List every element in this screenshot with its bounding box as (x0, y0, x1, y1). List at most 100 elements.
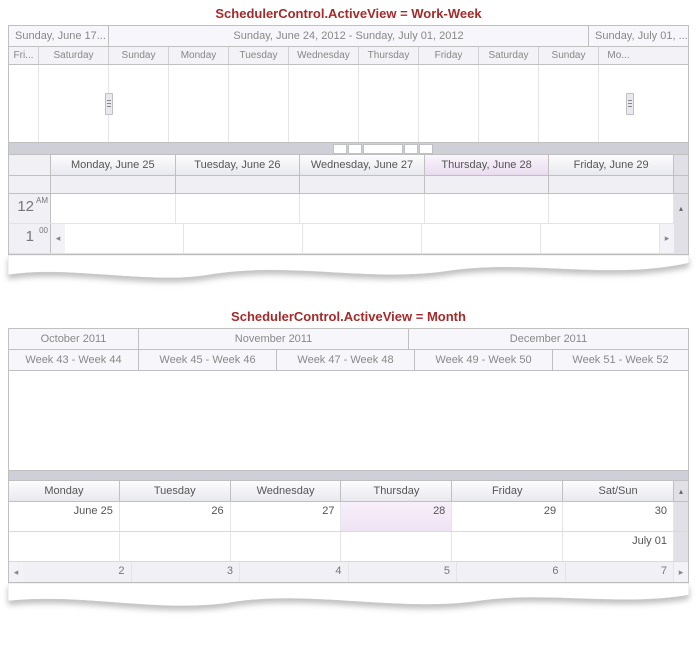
month-day-header[interactable]: Friday (452, 481, 563, 501)
month-timeline-nav[interactable] (9, 471, 688, 481)
timeline-resize-handle-right[interactable] (626, 93, 634, 115)
workweek-timeline-nav[interactable] (9, 143, 688, 155)
month-week-cell[interactable]: Week 47 - Week 48 (277, 350, 415, 370)
month-day-header[interactable]: Monday (9, 481, 120, 501)
timeline-body-cell[interactable] (539, 65, 599, 142)
workweek-timeline-body[interactable] (9, 65, 688, 143)
workweek-body-cell[interactable] (422, 224, 541, 253)
month-cell[interactable]: 3 (132, 562, 241, 582)
timeline-day-cell[interactable]: Monday (169, 47, 229, 64)
timeline-day-cell[interactable]: Saturday (39, 47, 109, 64)
workweek-day-header[interactable]: Friday, June 29 (549, 155, 674, 175)
month-row[interactable]: June 252627282930 (9, 502, 688, 532)
month-cell[interactable]: 5 (349, 562, 458, 582)
timeline-day-cell[interactable]: Sunday (539, 47, 599, 64)
month-week-cell[interactable]: Week 45 - Week 46 (139, 350, 277, 370)
scroll-up-button[interactable]: ▴ (674, 194, 688, 223)
scrollbar-track[interactable] (674, 532, 688, 561)
month-cell[interactable]: 6 (457, 562, 566, 582)
month-row[interactable]: July 01 (9, 532, 688, 562)
month-day-header[interactable]: Tuesday (120, 481, 231, 501)
timeline-body-cell[interactable] (229, 65, 289, 142)
workweek-time-grid[interactable]: 12AM▴100◂▸ (9, 194, 688, 254)
timeline-day-cell[interactable]: Saturday (479, 47, 539, 64)
timeline-body-cell[interactable] (359, 65, 419, 142)
workweek-day-header[interactable]: Tuesday, June 26 (176, 155, 301, 175)
timeline-nav-next-button[interactable] (404, 144, 418, 154)
workweek-range-cell[interactable]: Sunday, June 24, 2012 - Sunday, July 01,… (109, 26, 589, 46)
timeline-nav-prev-button[interactable] (348, 144, 362, 154)
workweek-allday-cell[interactable] (176, 176, 301, 193)
workweek-body-cell[interactable] (425, 194, 550, 223)
month-prev-arrow[interactable]: ◂ (9, 562, 23, 582)
workweek-range-cell[interactable]: Sunday, July 01, ... (589, 26, 688, 46)
timeline-day-cell[interactable]: Wednesday (289, 47, 359, 64)
month-cell[interactable] (9, 532, 120, 561)
month-cell[interactable]: 30 (563, 502, 674, 531)
timeline-nav-thumb[interactable] (363, 144, 403, 154)
month-week-cell[interactable]: Week 43 - Week 44 (9, 350, 139, 370)
workweek-body-cell[interactable] (303, 224, 422, 253)
timeline-body-cell[interactable] (289, 65, 359, 142)
workweek-day-header[interactable]: Wednesday, June 27 (300, 155, 425, 175)
timeline-day-cell[interactable]: Sunday (109, 47, 169, 64)
month-cell[interactable]: 2 (23, 562, 132, 582)
month-cell[interactable]: July 01 (563, 532, 674, 561)
workweek-allday-cell[interactable] (51, 176, 176, 193)
workweek-allday-cell[interactable] (300, 176, 425, 193)
month-cell[interactable]: June 25 (9, 502, 120, 531)
workweek-allday-cell[interactable] (549, 176, 674, 193)
month-day-header[interactable]: Wednesday (231, 481, 342, 501)
workweek-body-cell[interactable] (51, 194, 176, 223)
prev-day-button[interactable]: ◂ (51, 224, 65, 253)
workweek-range-cell[interactable]: Sunday, June 17... (9, 26, 109, 46)
month-range-cell[interactable]: October 2011 (9, 329, 139, 349)
month-footer-row[interactable]: ◂ 234567▸ (9, 562, 688, 582)
timeline-body-cell[interactable] (479, 65, 539, 142)
timeline-day-cell[interactable]: Friday (419, 47, 479, 64)
month-range-cell[interactable]: November 2011 (139, 329, 409, 349)
month-day-header[interactable]: Sat/Sun (563, 481, 674, 501)
month-cell[interactable] (452, 532, 563, 561)
month-range-cell[interactable]: December 2011 (409, 329, 688, 349)
scrollbar-track[interactable] (674, 224, 688, 253)
month-cell[interactable]: 27 (231, 502, 342, 531)
month-cell[interactable] (341, 532, 452, 561)
month-grid[interactable]: June 252627282930July 01 (9, 502, 688, 562)
workweek-body-cell[interactable] (65, 224, 184, 253)
month-next-arrow[interactable]: ▸ (674, 562, 688, 582)
workweek-allday-row[interactable] (9, 176, 688, 194)
scrollbar-track[interactable] (674, 502, 688, 531)
timeline-day-cell[interactable]: Tuesday (229, 47, 289, 64)
workweek-time-row[interactable]: 100◂▸ (9, 224, 688, 254)
workweek-body-cell[interactable] (300, 194, 425, 223)
timeline-body-cell[interactable] (169, 65, 229, 142)
workweek-day-header[interactable]: Monday, June 25 (51, 155, 176, 175)
timeline-resize-handle-left[interactable] (105, 93, 113, 115)
workweek-day-header[interactable]: Thursday, June 28 (425, 155, 550, 175)
month-cell[interactable]: 7 (566, 562, 675, 582)
workweek-time-row[interactable]: 12AM▴ (9, 194, 688, 224)
timeline-body-cell[interactable] (419, 65, 479, 142)
workweek-body-cell[interactable] (541, 224, 660, 253)
timeline-day-cell[interactable]: Thursday (359, 47, 419, 64)
workweek-body-cell[interactable] (549, 194, 674, 223)
month-day-header[interactable]: Thursday (341, 481, 452, 501)
timeline-body-cell[interactable] (9, 65, 39, 142)
timeline-nav-fwd-button[interactable] (419, 144, 433, 154)
timeline-body-cell[interactable] (109, 65, 169, 142)
scroll-up-button[interactable]: ▴ (674, 481, 688, 501)
month-cell[interactable] (231, 532, 342, 561)
next-day-button[interactable]: ▸ (660, 224, 674, 253)
timeline-day-cell[interactable]: Mo... (599, 47, 638, 64)
month-cell[interactable]: 28 (341, 502, 452, 531)
month-timeline-body[interactable] (9, 371, 688, 471)
month-cell[interactable]: 4 (240, 562, 349, 582)
month-cell[interactable] (120, 532, 231, 561)
timeline-nav-back-button[interactable] (333, 144, 347, 154)
timeline-day-cell[interactable]: Fri... (9, 47, 39, 64)
timeline-body-cell[interactable] (39, 65, 109, 142)
month-cell[interactable]: 26 (120, 502, 231, 531)
month-cell[interactable]: 29 (452, 502, 563, 531)
workweek-allday-cell[interactable] (425, 176, 550, 193)
